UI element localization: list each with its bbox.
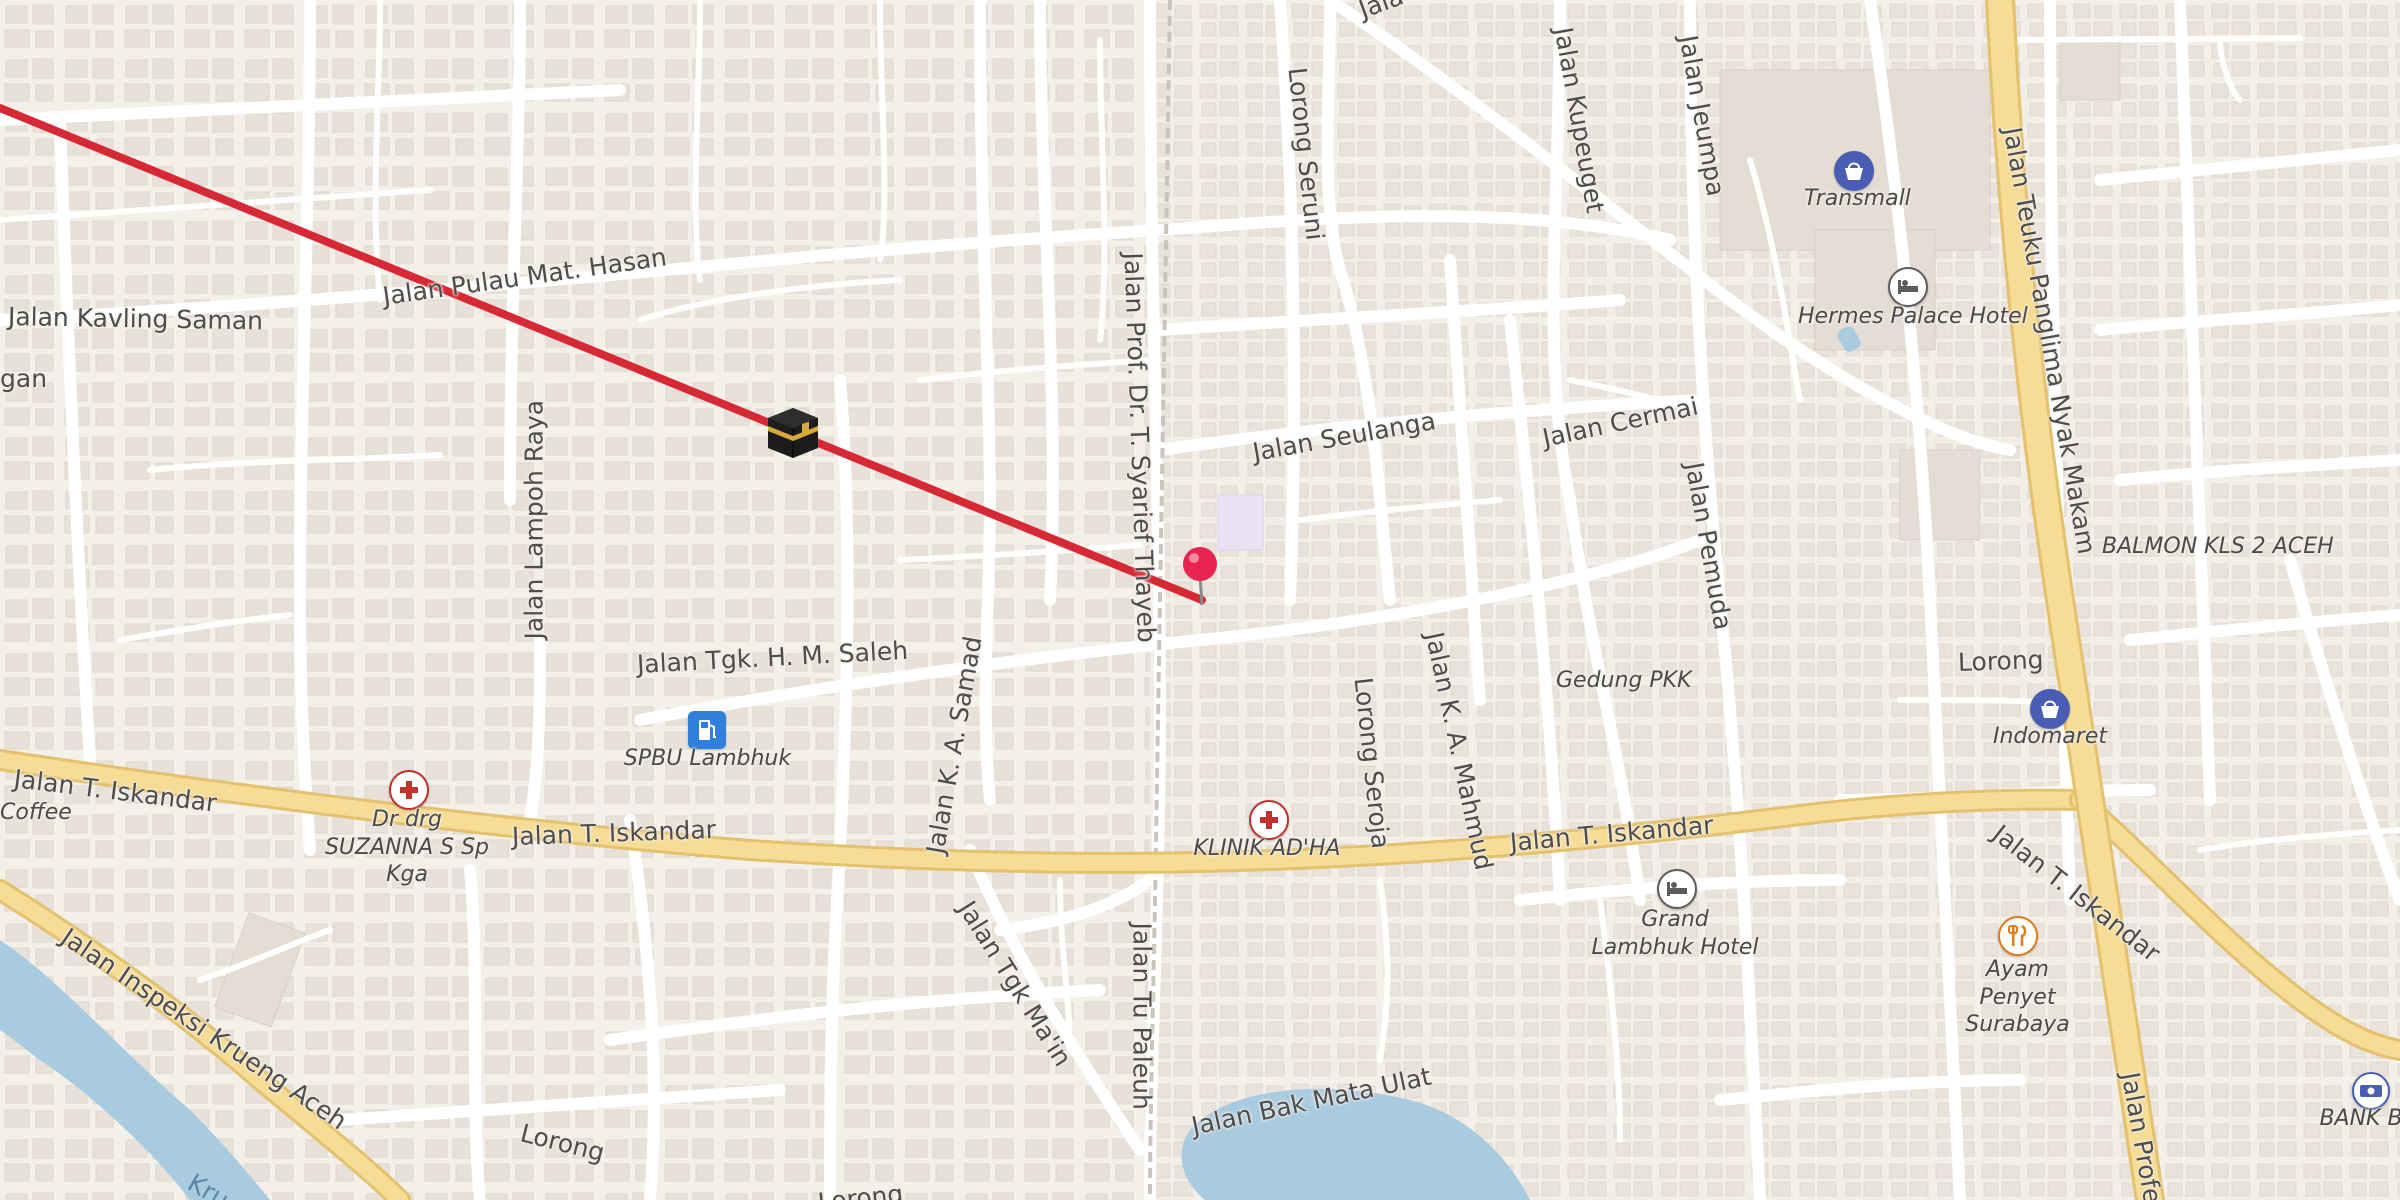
poi-label-klinik-adha[interactable]: KLINIK AD'HA <box>1192 838 1342 860</box>
shopping-basket-icon[interactable] <box>2030 689 2070 729</box>
poi-label-spbu-lambhuk[interactable]: SPBU Lambhuk <box>620 748 795 770</box>
bed-icon[interactable] <box>1657 869 1697 909</box>
building <box>1899 449 1981 541</box>
poi-label-indomaret[interactable]: Indomaret <box>1990 726 2110 748</box>
poi-label-coffee[interactable]: Coffee <box>0 802 72 824</box>
poi-label-grand-lambhuk-hotel[interactable]: Grand Lambhuk Hotel <box>1590 906 1760 961</box>
fuel-pump-icon[interactable] <box>688 711 726 749</box>
school-area <box>1217 494 1264 551</box>
street-label: Lorong <box>1957 645 2044 677</box>
medical-cross-icon[interactable] <box>1249 800 1289 840</box>
bed-icon[interactable] <box>1888 267 1928 307</box>
street-label: Jalan Kavling Saman <box>7 302 264 336</box>
poi-label-bank[interactable]: BANK B <box>2316 1108 2400 1130</box>
poi-label-hermes-palace-hotel[interactable]: Hermes Palace Hotel <box>1798 306 2028 328</box>
map-view[interactable]: Jalan Pulau Mat. Hasan Jalan Kavling Sam… <box>0 0 2400 1200</box>
banknote-icon[interactable] <box>2352 1072 2390 1110</box>
street-label: gan <box>0 364 48 393</box>
shopping-basket-icon[interactable] <box>1834 151 1874 191</box>
kaaba-icon[interactable] <box>764 404 822 462</box>
poi-label-gedung-pkk[interactable]: Gedung PKK <box>1556 670 1692 692</box>
building <box>2059 39 2121 101</box>
street-label: Jalan Tu Paleuh <box>1127 922 1157 1110</box>
map-pin-icon[interactable] <box>1180 545 1220 607</box>
street-label: Jalan T. Iskandar <box>511 814 717 851</box>
poi-label-balmon[interactable]: BALMON KLS 2 ACEH <box>2102 536 2334 558</box>
poi-label-dr-drg-suzanna[interactable]: Dr drg SUZANNA S Sp Kga <box>322 806 492 889</box>
street-label: Jalan Lampoh Raya <box>519 399 549 640</box>
poi-label-ayam-penyet-surabaya[interactable]: Ayam Penyet Surabaya <box>1945 956 2090 1039</box>
medical-cross-icon[interactable] <box>389 770 429 810</box>
poi-label-transmall[interactable]: Transmall <box>1804 188 1911 210</box>
fork-knife-icon[interactable] <box>1998 916 2038 956</box>
